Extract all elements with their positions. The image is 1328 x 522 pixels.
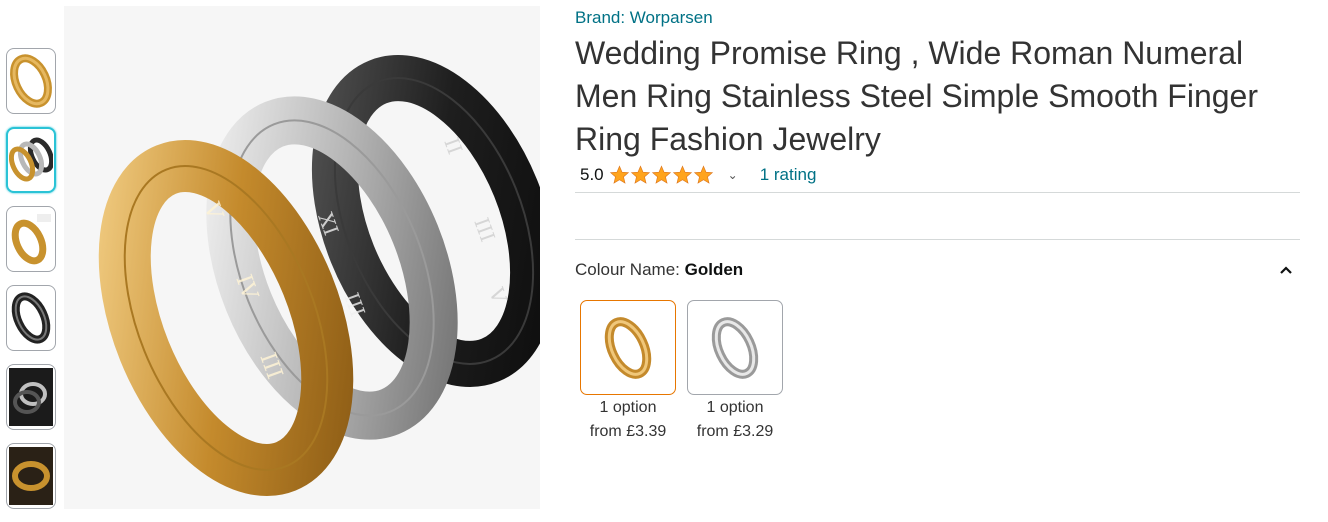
chevron-down-icon[interactable]: ⌄: [728, 168, 738, 182]
gold-ring-dark-image: [9, 447, 53, 505]
star-icon: [672, 165, 692, 184]
thumbnail-gold-ring[interactable]: [6, 48, 56, 114]
gold-ring-swatch-image: [604, 316, 652, 379]
star-icon: [651, 165, 671, 184]
product-title: Wedding Promise Ring , Wide Roman Numera…: [575, 35, 1258, 157]
swatch-image: [687, 300, 783, 395]
black-silver-ring-image: [9, 368, 53, 426]
silver-ring-swatch-image: [711, 316, 759, 379]
black-ring-image: [11, 292, 51, 344]
rating-value: 5.0: [580, 165, 604, 184]
main-product-image[interactable]: V IV III XI III II III V: [64, 6, 540, 509]
rating-count-link[interactable]: 1 rating: [760, 165, 817, 185]
colour-swatches: 1 option from £3.39 1 option from £3.29: [580, 300, 1300, 444]
svg-text:II: II: [439, 135, 467, 158]
star-icon: [630, 165, 650, 184]
thumbnail-strip: [6, 48, 60, 522]
swatch-option-count: 1 option: [599, 399, 657, 416]
selected-colour: Golden: [684, 260, 744, 279]
product-info: Brand: Worparsen Wedding Promise Ring , …: [575, 6, 1300, 444]
rating-row: 5.0 ⌄ 1 rating: [575, 162, 1300, 188]
swatch-price: from £3.29: [696, 423, 774, 440]
divider: [575, 239, 1300, 240]
swatch-golden[interactable]: 1 option from £3.39: [580, 300, 676, 444]
swatch-price: from £3.39: [589, 423, 667, 440]
thumbnail-black-ring[interactable]: [6, 285, 56, 351]
swatch-silver[interactable]: 1 option from £3.29: [687, 300, 783, 444]
rings-photo: V IV III XI III II III V: [98, 55, 540, 496]
thumbnail-gold-ring-dark[interactable]: [6, 443, 56, 509]
svg-text:III: III: [469, 215, 500, 245]
colour-label: Colour Name: Golden: [575, 260, 744, 279]
brand-link[interactable]: Brand: Worparsen: [575, 6, 1300, 30]
gold-ring-detail-image: [11, 214, 51, 265]
divider: [575, 192, 1300, 193]
swatch-image: [580, 300, 676, 395]
star-icon: [693, 165, 713, 184]
swatch-option-count: 1 option: [706, 399, 764, 416]
three-rings-image: [9, 137, 53, 182]
star-icon: [609, 165, 629, 184]
thumbnail-three-rings[interactable]: [6, 127, 56, 193]
star-rating[interactable]: [609, 165, 714, 185]
thumbnail-black-silver-ring[interactable]: [6, 364, 56, 430]
gold-ring-image: [10, 54, 52, 108]
chevron-up-icon[interactable]: [1278, 262, 1294, 278]
thumbnail-gold-ring-detail[interactable]: [6, 206, 56, 272]
colour-selector-header[interactable]: Colour Name: Golden: [575, 259, 1300, 281]
